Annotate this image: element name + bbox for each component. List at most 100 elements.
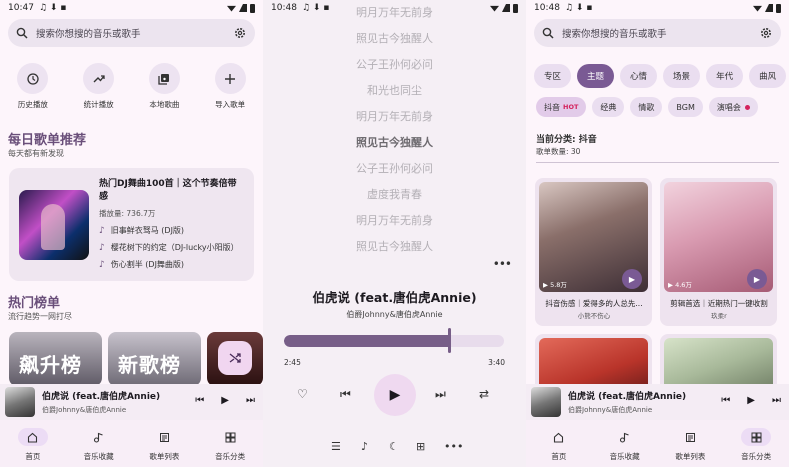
playlist-song[interactable]: ♪ 樱花树下的约定（DJ-lucky小阳版） — [99, 242, 239, 253]
play-count: ▶ 5.8万 — [543, 281, 567, 289]
category-tabs: 专区 主题 心情 场景 年代 曲风 — [534, 64, 787, 88]
lyric-line[interactable]: 公子王孙何必问 — [263, 160, 526, 176]
nav-label: 首页 — [25, 452, 41, 461]
mini-player[interactable]: 伯虎说 (feat.唐伯虎Annie) 伯爵Johnny&唐伯虎Annie ⏮ … — [526, 384, 789, 420]
history-icon — [27, 72, 39, 85]
repeat-icon[interactable]: ⇄ — [479, 387, 489, 401]
trending-icon — [93, 74, 105, 82]
lyrics-icon[interactable]: ♪ — [361, 440, 368, 453]
sleep-timer-icon[interactable]: ☾ — [389, 440, 399, 453]
previous-icon[interactable]: ⏮ — [340, 387, 351, 402]
signal-icon — [765, 4, 773, 12]
more-options-icon[interactable]: ••• — [493, 257, 512, 271]
search-placeholder: 搜索你想搜的音乐或歌手 — [562, 29, 667, 40]
chip-label: 演唱会 — [716, 102, 741, 112]
lyric-line[interactable]: 照见古今独醒人 — [263, 134, 526, 150]
previous-icon[interactable]: ⏮ — [195, 395, 204, 406]
tab-mood[interactable]: 心情 — [620, 64, 658, 88]
progress-handle[interactable] — [448, 328, 451, 353]
quick-label: 统计播放 — [83, 100, 114, 109]
quick-import-button[interactable]: 导入歌单 — [200, 63, 260, 110]
chart-tile-new[interactable]: 新歌榜 — [108, 332, 201, 386]
chip-bgm[interactable]: BGM — [668, 97, 703, 117]
quick-local-button[interactable]: 本地歌曲 — [134, 63, 194, 110]
elapsed-time: 2:45 — [284, 358, 301, 367]
chip-classic[interactable]: 经典 — [592, 97, 625, 117]
nav-playlists[interactable]: 歌单列表 — [660, 428, 720, 462]
lyric-line[interactable]: 照见古今独醒人 — [263, 30, 526, 46]
nav-categories[interactable]: 音乐分类 — [200, 428, 260, 462]
next-icon[interactable]: ⏭ — [772, 395, 781, 406]
quick-stats-button[interactable]: 统计播放 — [69, 63, 129, 110]
add-to-playlist-icon[interactable]: ⊞ — [416, 440, 425, 453]
nav-label: 音乐分类 — [215, 452, 246, 461]
progress-bar[interactable] — [284, 335, 504, 347]
nav-label: 音乐分类 — [741, 452, 772, 461]
chart-tile-rising[interactable]: 飙升榜 — [9, 332, 102, 386]
chip-label: BGM — [676, 102, 695, 112]
nav-playlists[interactable]: 歌单列表 — [134, 428, 194, 462]
more-options-icon[interactable]: ••• — [444, 440, 463, 453]
play-count: ▶ 4.6万 — [668, 281, 692, 289]
playlist-song[interactable]: ♪ 旧事鲜衣驽马 (DJ版) — [99, 225, 184, 236]
tab-theme[interactable]: 主题 — [577, 64, 615, 88]
bottom-nav: 首页 音乐收藏 歌单列表 音乐分类 — [526, 420, 789, 467]
play-button[interactable]: ▶ — [747, 269, 767, 289]
nav-label: 歌单列表 — [675, 452, 706, 461]
mini-player[interactable]: 伯虎说 (feat.唐伯虎Annie) 伯爵Johnny&唐伯虎Annie ⏮ … — [0, 384, 263, 420]
status-bar: 10:48 ♫ ⬇ ▪ — [526, 0, 789, 16]
category-playlist-card[interactable]: ▶ 5.8万 ▶ 抖音伤感｜爱得多的人总先... 小熊不伤心 — [535, 178, 652, 326]
playlist-song[interactable]: ♪ 伤心割半 (DJ舞曲版) — [99, 259, 184, 270]
daily-subtitle: 每天都有新发现 — [8, 149, 64, 158]
search-bar[interactable]: 搜索你想搜的音乐或歌手 — [534, 19, 781, 47]
play-button[interactable]: ▶ — [622, 269, 642, 289]
chip-love[interactable]: 情歌 — [630, 97, 663, 117]
like-icon[interactable]: ♡ — [297, 387, 308, 401]
tile-label: 新歌榜 — [118, 353, 181, 377]
next-icon[interactable]: ⏭ — [435, 387, 446, 402]
lyric-line[interactable]: 明月万年无前身 — [263, 212, 526, 228]
daily-playlist-card[interactable]: 热门DJ舞曲100首｜这个节奏倍带感 播放量: 736.7万 ♪ 旧事鲜衣驽马 (… — [9, 168, 254, 281]
music-note-icon: ♪ — [99, 259, 105, 270]
previous-icon[interactable]: ⏮ — [721, 395, 730, 406]
nav-favorites[interactable]: 音乐收藏 — [595, 428, 655, 462]
gear-icon[interactable] — [234, 27, 246, 39]
add-icon — [225, 73, 236, 84]
search-bar[interactable]: 搜索你想搜的音乐或歌手 — [8, 19, 255, 47]
nav-home[interactable]: 首页 — [3, 428, 63, 462]
card-title: 剪辑首选｜近期热门一键收割 — [670, 299, 768, 308]
chip-concert[interactable]: 演唱会 — [708, 97, 758, 117]
playlist-cover — [19, 190, 89, 260]
chip-label: 经典 — [600, 102, 617, 112]
lyric-line[interactable]: 虚度我青春 — [263, 186, 526, 202]
chip-douyin[interactable]: 抖音 HOT — [536, 97, 587, 117]
tab-era[interactable]: 年代 — [706, 64, 744, 88]
now-playing-screen: 10:48 ♫ ⬇ ▪ 明月万年无前身 照见古今独醒人 公子王孙何必问 和光也同尘 明月万… — [263, 0, 526, 467]
lyric-line[interactable]: 明月万年无前身 — [263, 4, 526, 20]
lyric-line[interactable]: 和光也同尘 — [263, 82, 526, 98]
tab-scene[interactable]: 场景 — [663, 64, 701, 88]
lyric-line[interactable]: 公子王孙何必问 — [263, 56, 526, 72]
music-note-icon: ♪ — [99, 225, 105, 236]
nav-favorites[interactable]: 音乐收藏 — [69, 428, 129, 462]
next-icon[interactable]: ⏭ — [246, 395, 255, 406]
gear-icon[interactable] — [760, 27, 772, 39]
subcategory-chips: 抖音 HOT 经典 情歌 BGM 演唱会 — [536, 97, 758, 117]
status-time: 10:47 — [8, 3, 34, 13]
play-button[interactable]: ▶ — [374, 374, 416, 416]
nav-categories[interactable]: 音乐分类 — [726, 428, 786, 462]
lyric-line[interactable]: 照见古今独醒人 — [263, 238, 526, 254]
play-icon[interactable]: ▶ — [221, 395, 229, 406]
tab-zone[interactable]: 专区 — [534, 64, 572, 88]
daily-title: 每日歌单推荐 — [8, 133, 87, 148]
quick-history-button[interactable]: 历史播放 — [3, 63, 63, 110]
category-playlist-card[interactable]: ▶ 4.6万 ▶ 剪辑首选｜近期热门一键收割 玖柔r — [660, 178, 777, 326]
lyric-line[interactable]: 明月万年无前身 — [263, 108, 526, 124]
tab-genre[interactable]: 曲风 — [749, 64, 787, 88]
play-icon[interactable]: ▶ — [747, 395, 755, 406]
shuffle-button[interactable] — [218, 341, 252, 375]
grid-icon — [225, 432, 236, 442]
queue-icon[interactable]: ☰ — [331, 440, 341, 453]
mini-title: 伯虎说 (feat.唐伯虎Annie) — [42, 392, 161, 402]
nav-home[interactable]: 首页 — [529, 428, 589, 462]
